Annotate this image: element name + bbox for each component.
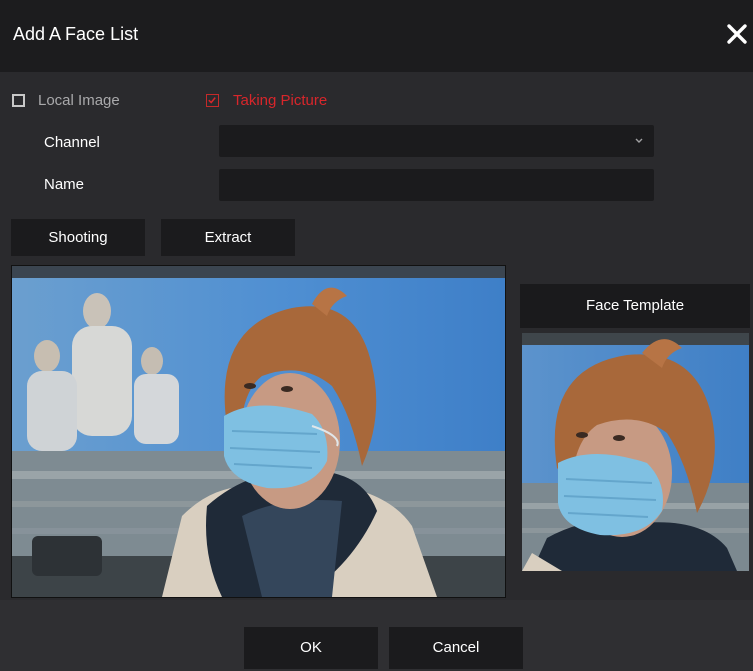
taking-picture-checkbox[interactable] (206, 94, 219, 107)
checkmark-icon (208, 97, 216, 104)
name-label: Name (44, 176, 85, 193)
dialog-title: Add A Face List (13, 24, 139, 44)
local-image-label[interactable]: Local Image (38, 92, 120, 109)
name-field[interactable] (219, 169, 654, 201)
local-image-checkbox[interactable] (12, 94, 25, 107)
chevron-down-icon (635, 138, 643, 143)
extract-button[interactable]: Extract (161, 219, 295, 256)
dialog-titlebar: Add A Face List (0, 0, 753, 72)
face-template-heading: Face Template (520, 284, 750, 328)
taking-picture-label[interactable]: Taking Picture (233, 92, 327, 109)
face-template-image (522, 333, 749, 571)
cancel-button[interactable]: Cancel (389, 627, 523, 669)
camera-preview-image (11, 265, 506, 598)
add-face-list-dialog: Add A Face List Local Image Taking Pictu… (0, 0, 753, 671)
close-icon[interactable] (720, 16, 752, 52)
dialog-footer: OK Cancel (0, 600, 753, 671)
shooting-button[interactable]: Shooting (11, 219, 145, 256)
channel-label: Channel (44, 134, 100, 151)
channel-select[interactable] (219, 125, 654, 157)
ok-button[interactable]: OK (244, 627, 378, 669)
